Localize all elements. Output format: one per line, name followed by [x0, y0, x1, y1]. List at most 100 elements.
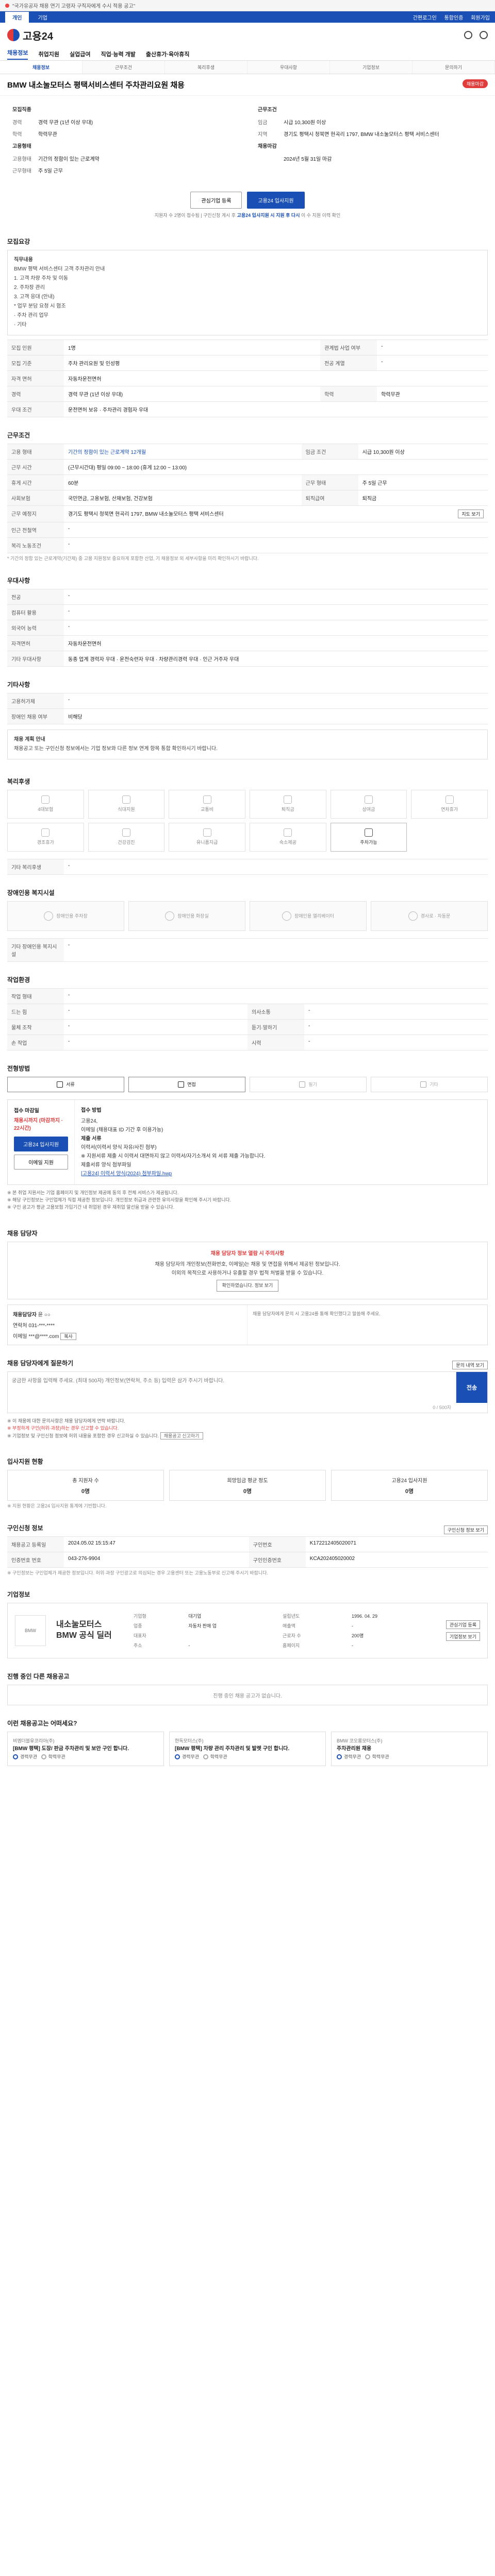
table-key: 컴퓨터 활용: [7, 604, 64, 620]
apply-line: 제출 서류: [81, 1136, 102, 1142]
apply-note-suffix: 이 수 지원 이력 확인: [301, 213, 341, 218]
section-tabs: 채용정보 근무조건 복리후생 우대사항 기업정보 문의하기: [0, 61, 495, 74]
disability-card: 장애인용 엘리베이터: [250, 901, 367, 931]
table-key: 시력: [248, 1034, 304, 1050]
recommend-card[interactable]: 한독모터스(주) [BMW 평택] 차량 관리 주차관리 및 발렛 구인 합니다…: [169, 1732, 326, 1766]
section-heading: 모집요강: [7, 238, 30, 245]
tab-work[interactable]: 근무조건: [82, 61, 165, 74]
tab-welfare[interactable]: 복리후생: [165, 61, 248, 74]
job-description-box: 직무내용 BMW 평택 서비스센터 고객 주차관리 안내 1. 고객 차량 주차…: [7, 250, 488, 335]
attachment-link[interactable]: [고용24] 이력서 양식(2024) 첨부파일.hwp: [81, 1171, 172, 1177]
notice-text: "국가유공자 채용 연기 고령자 구직자에게 수시 적용 공고": [12, 4, 136, 9]
inquiry-input[interactable]: [8, 1371, 456, 1403]
table-value: -: [377, 340, 488, 355]
view-contact-button[interactable]: 확인하였습니다. 정보 보기: [216, 1279, 279, 1292]
auth-link[interactable]: 통합인증: [444, 15, 464, 21]
restroom-icon: [165, 911, 175, 921]
rec-meta: 학력무관: [372, 1754, 389, 1759]
stat-value: 0명: [243, 1488, 252, 1495]
table-value: 국민연금, 고용보험, 산재보험, 건강보험: [64, 490, 302, 506]
recommend-card[interactable]: BMW 코오롱모터스(주) 주차관리원 채용 경력무관 학력무관: [331, 1732, 488, 1766]
registry-button[interactable]: 구인신청 정보 보기: [443, 1525, 488, 1534]
apply-note-bold: 고용24 입사지원 시 지원 후 다시: [237, 213, 300, 218]
table-row: 드는 힘 - 의사소통 -: [7, 1003, 488, 1020]
table-key: 근무 시간: [7, 459, 64, 475]
site-logo[interactable]: 고용24: [7, 28, 53, 43]
map-button[interactable]: 지도 보기: [458, 510, 484, 518]
nav-jobs[interactable]: 채용정보: [7, 48, 28, 60]
apply-button[interactable]: 고용24 입사지원: [247, 192, 305, 209]
welfare-label: 주차가능: [360, 840, 377, 845]
welfare-icon: [203, 795, 211, 804]
summary-value: 2024년 5월 31일 마감: [284, 157, 332, 162]
desc-line: · 기타: [14, 322, 27, 328]
welfare-label: 숙소제공: [279, 840, 296, 845]
nav-leave[interactable]: 출산휴가·육아휴직: [146, 50, 190, 58]
apply-button[interactable]: 고용24 입사지원: [14, 1136, 68, 1151]
table-key: 인증번호 번호: [7, 1551, 64, 1568]
inquiry-box: 전송 0 / 500자: [7, 1371, 488, 1413]
table-row: 장애인 채용 여부 비해당: [7, 708, 488, 724]
tab-personal[interactable]: 개인: [5, 11, 29, 23]
section-heading: 장애인용 복지시설: [7, 889, 55, 896]
nav-training[interactable]: 직업·능력 개발: [101, 50, 135, 58]
search-icon[interactable]: [464, 31, 472, 39]
table-value: -: [64, 1019, 248, 1035]
company-logo: BMW: [15, 1615, 46, 1647]
desc-line: * 업무 분담 요청 시 협조: [14, 303, 66, 309]
rec-meta: 경력무관: [182, 1754, 200, 1759]
signup-link[interactable]: 회원가입: [471, 15, 490, 21]
recommend-card[interactable]: 비엠더블유코리아(주) [BMW 평택] 도장/ 판금 주차관리 및 보안 구인…: [7, 1732, 164, 1766]
company-interest-button[interactable]: 관심기업 등록: [446, 1620, 480, 1630]
simple-login-link[interactable]: 간편로그인: [413, 15, 437, 21]
welfare-item: 교통비: [169, 789, 245, 819]
nav-unemployment-benefit[interactable]: 실업급여: [70, 50, 90, 58]
table-value: 자동차 판매 업: [188, 1623, 217, 1629]
summary-value: 학력무관: [38, 132, 57, 138]
tab-prefer[interactable]: 우대사항: [248, 61, 330, 74]
menu-icon[interactable]: [480, 31, 488, 39]
contact-note: 채용 담당자에게 문의 시 고용24를 통해 확인했다고 말씀해 주세요.: [253, 1311, 381, 1316]
company-info-button[interactable]: 기업정보 보기: [446, 1632, 480, 1641]
summary-heading: 근무조건: [258, 107, 277, 113]
report-button[interactable]: 채용공고 신고하기: [160, 1432, 203, 1439]
table-row: 기타 우대사항 동종 업계 경력자 우대 · 운전숙련자 우대 · 차량관리경력 …: [7, 650, 488, 667]
document-icon: [57, 1081, 63, 1088]
welfare-item: 4대보험: [7, 789, 84, 819]
method-chip: 면접: [128, 1076, 245, 1092]
tab-company[interactable]: 기업정보: [330, 61, 412, 74]
welfare-item: 숙소제공: [250, 822, 326, 852]
section-heading: 구인신청 정보: [7, 1524, 43, 1532]
env-table: 작업 형태 - 드는 힘 - 의사소통 - 물체 조작 - 듣기·말하기 - 손 작업 - 시력 -: [7, 988, 488, 1050]
warning-line: 채용 담당자의 개인정보(전화번호, 이메일)는 채용 및 면접을 위해서 제공…: [155, 1261, 340, 1267]
stat-card: 총 지원자 수 0명: [7, 1470, 164, 1501]
chip-label: 필기: [308, 1082, 317, 1087]
section-heading: 기업정보: [7, 1591, 30, 1599]
chip-label: 서류: [66, 1082, 75, 1087]
nav-employment-support[interactable]: 취업지원: [38, 50, 59, 58]
table-value: 동종 업계 경력자 우대 · 운전숙련자 우대 · 차량관리경력 우대 · 인근…: [64, 650, 488, 667]
chip-label: 면접: [187, 1082, 196, 1087]
inquiry-history-button[interactable]: 문의 내역 보기: [452, 1360, 488, 1369]
copy-button[interactable]: 복사: [60, 1332, 76, 1340]
table-key: 우대 조건: [7, 401, 64, 417]
welfare-label: 퇴직금: [281, 807, 294, 812]
table-key: 퇴직급여: [301, 490, 358, 506]
tab-recruit[interactable]: 채용정보: [0, 61, 82, 74]
table-key: 전공 계열: [320, 355, 377, 371]
contact-name: 윤 ○○: [38, 1312, 51, 1318]
tab-company[interactable]: 기업: [30, 12, 54, 23]
summary-heading: 고용형태: [12, 144, 31, 149]
tab-inquiry[interactable]: 문의하기: [412, 61, 495, 74]
warning-title: 채용 담당자 정보 열람 시 주의사항: [210, 1250, 285, 1257]
util-bar: 개인 기업 간편로그인 통합인증 회원가입: [0, 11, 495, 23]
stat-label: 고용24 입사지원: [391, 1478, 427, 1484]
table-row: 주소 - 홈페이지 -: [129, 1641, 435, 1650]
send-button[interactable]: 전송: [456, 1371, 487, 1403]
table-key: 학력: [320, 386, 377, 402]
summary-heading: 모집직종: [12, 107, 31, 113]
interest-button[interactable]: 관심기업 등록: [190, 192, 242, 209]
table-value: -: [64, 938, 488, 962]
apply-line: 이메일 (채용대표 ID 기간 후 이용가능): [81, 1127, 163, 1133]
email-apply-button[interactable]: 이메일 지원: [14, 1154, 68, 1170]
